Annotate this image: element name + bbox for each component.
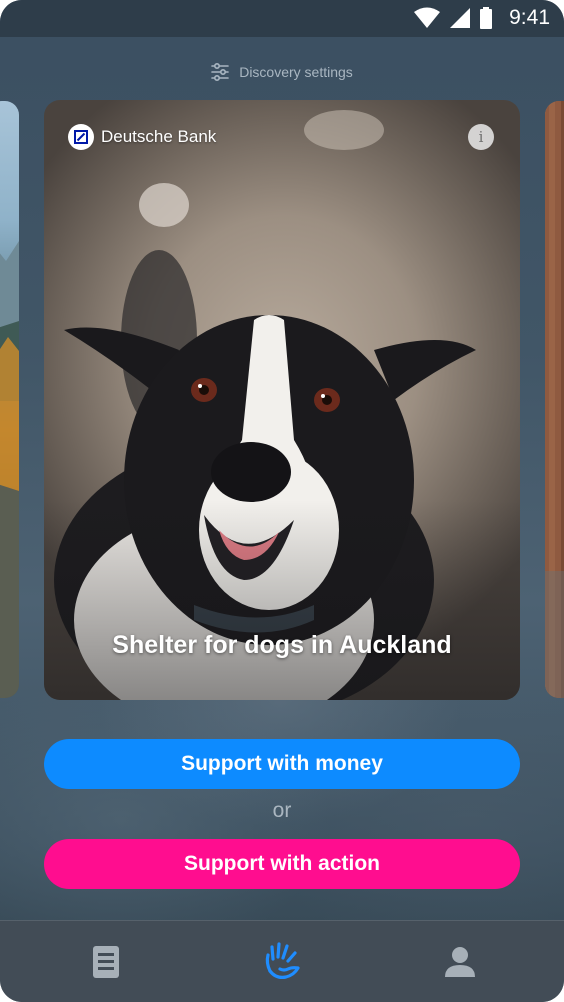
sponsor-name: Deutsche Bank — [101, 127, 217, 146]
info-button[interactable]: i — [468, 124, 494, 150]
app-screen: 9:41 Discovery settings Deutsche Bank i … — [0, 0, 564, 1002]
document-icon — [93, 946, 119, 978]
discovery-settings-button[interactable]: Discovery settings — [0, 58, 564, 86]
discovery-label: Discovery settings — [239, 64, 353, 80]
wifi-icon — [414, 7, 441, 28]
next-card-peek[interactable] — [545, 101, 564, 698]
support-with-action-button[interactable]: Support with action — [44, 839, 520, 889]
sliders-icon — [211, 63, 230, 81]
card-title: Shelter for dogs in Auckland — [112, 631, 452, 659]
nav-feed[interactable] — [46, 921, 166, 1002]
status-bar: 9:41 — [0, 0, 564, 37]
person-icon — [445, 947, 475, 977]
status-icons: 9:41 — [413, 6, 550, 30]
hand-icon — [265, 942, 300, 979]
nav-profile[interactable] — [400, 921, 520, 1002]
nav-discover[interactable] — [222, 921, 342, 1002]
support-with-money-button[interactable]: Support with money — [44, 739, 520, 789]
mountain-photo — [0, 241, 19, 698]
battery-icon — [480, 7, 493, 29]
bottom-nav — [0, 920, 564, 1002]
deutsche-bank-logo — [68, 124, 94, 150]
cause-card[interactable]: Deutsche Bank i Shelter for dogs in Auck… — [44, 100, 520, 700]
previous-card-peek[interactable] — [0, 101, 19, 698]
wood-photo — [545, 101, 564, 698]
status-time: 9:41 — [509, 6, 550, 29]
or-separator: or — [272, 799, 292, 822]
sponsor-brand: Deutsche Bank — [68, 124, 216, 150]
cellular-icon — [450, 8, 471, 28]
card-shade — [44, 500, 520, 700]
